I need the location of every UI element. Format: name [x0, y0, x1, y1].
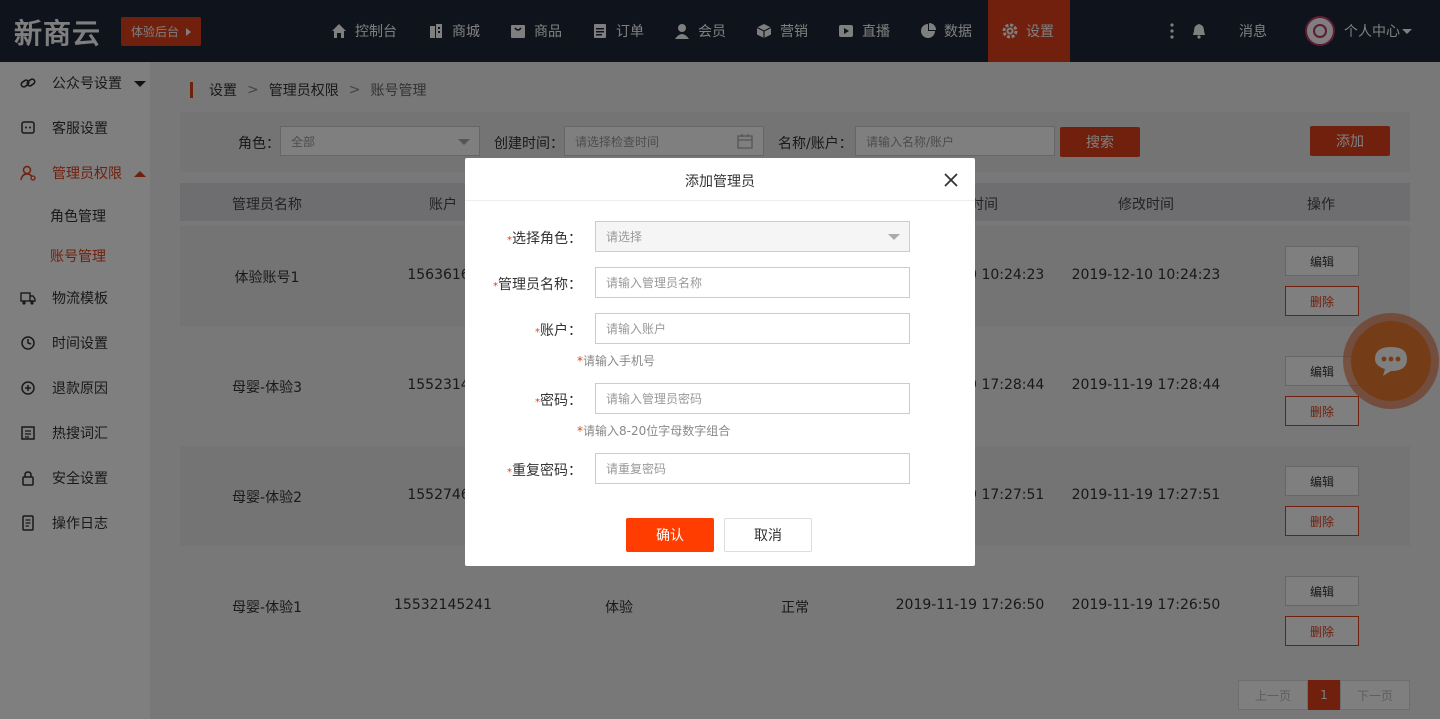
admin-name-placeholder: 请输入管理员名称	[606, 276, 703, 290]
password-placeholder: 请输入管理员密码	[606, 392, 703, 406]
role-select-placeholder: 请选择	[606, 230, 643, 244]
repeat-password-input[interactable]: 请重复密码	[595, 453, 910, 484]
password-hint: *请输入8-20位字母数字组合	[577, 424, 731, 438]
account-placeholder: 请输入账户	[606, 322, 667, 336]
password-input[interactable]: 请输入管理员密码	[595, 383, 910, 414]
role-field-label: *选择角色：	[507, 231, 582, 247]
account-field-label: *账户：	[535, 323, 582, 339]
password-field-label: *密码：	[535, 393, 582, 409]
add-admin-dialog: 添加管理员 *选择角色： 请选择 *管理员名称： 请输入管理员名称 *账户： 请…	[465, 158, 975, 566]
close-icon[interactable]	[943, 172, 959, 188]
dialog-title: 添加管理员	[685, 174, 755, 190]
role-select[interactable]: 请选择	[595, 221, 910, 252]
account-hint: *请输入手机号	[577, 354, 656, 368]
cancel-button[interactable]: 取消	[724, 518, 812, 552]
repeat-password-field-label: *重复密码：	[507, 463, 582, 479]
name-field-label: *管理员名称：	[493, 277, 582, 293]
dialog-header: 添加管理员	[465, 158, 975, 201]
chevron-down-icon	[888, 234, 900, 240]
account-input[interactable]: 请输入账户	[595, 313, 910, 344]
admin-name-input[interactable]: 请输入管理员名称	[595, 267, 910, 298]
repeat-password-placeholder: 请重复密码	[606, 462, 667, 476]
confirm-button[interactable]: 确认	[626, 518, 714, 552]
